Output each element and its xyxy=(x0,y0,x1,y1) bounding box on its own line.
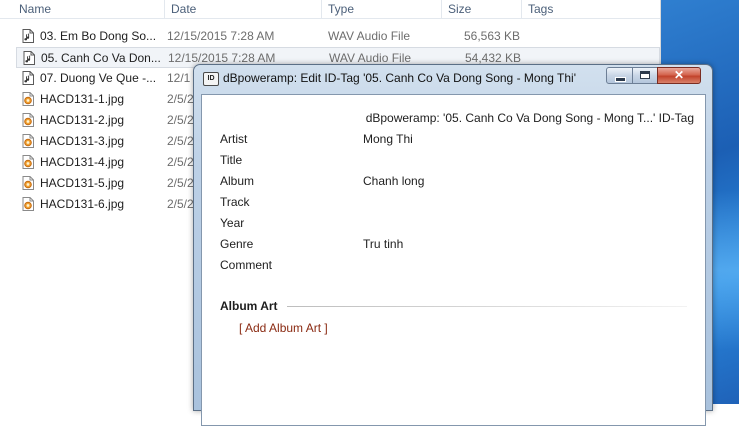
file-date: 2/5/2 xyxy=(167,197,194,211)
column-date[interactable]: Date xyxy=(165,0,322,18)
image-file-icon xyxy=(22,113,34,127)
file-date: 2/5/2 xyxy=(167,176,194,190)
tag-label-year: Year xyxy=(220,216,245,230)
file-size: 56,563 KB xyxy=(464,29,521,43)
tag-label-album: Album xyxy=(220,174,255,188)
audio-file-icon xyxy=(22,71,34,85)
file-name: HACD131-5.jpg xyxy=(40,176,125,190)
tag-value-comment[interactable] xyxy=(363,258,683,274)
file-type: WAV Audio File xyxy=(328,29,411,43)
dialog-content: dBpoweramp: '05. Canh Co Va Dong Song - … xyxy=(201,94,706,426)
image-file-icon xyxy=(22,92,34,106)
file-name: HACD131-4.jpg xyxy=(40,155,125,169)
minimize-icon xyxy=(615,77,626,82)
image-file-icon xyxy=(22,134,34,148)
edit-id-tag-dialog: ID dBpoweramp: Edit ID-Tag '05. Canh Co … xyxy=(193,64,713,426)
section-divider xyxy=(287,306,687,307)
file-date: 12/1 xyxy=(167,71,191,85)
audio-file-icon xyxy=(23,51,35,65)
close-icon: ✕ xyxy=(673,68,685,82)
dialog-title: dBpoweramp: Edit ID-Tag '05. Canh Co Va … xyxy=(223,71,576,85)
file-name: 05. Canh Co Va Don... xyxy=(41,51,161,65)
column-size[interactable]: Size xyxy=(442,0,522,18)
maximize-icon xyxy=(640,71,650,79)
column-type[interactable]: Type xyxy=(322,0,442,18)
file-date: 2/5/2 xyxy=(167,155,194,169)
app-icon: ID xyxy=(203,72,219,86)
tag-value-album[interactable]: Chanh long xyxy=(363,174,683,190)
tag-label-track: Track xyxy=(220,195,250,209)
minimize-button[interactable] xyxy=(606,67,633,84)
file-row[interactable]: 03. Em Bo Dong So... 12/15/2015 7:28 AM WA… xyxy=(16,26,660,47)
file-name: HACD131-1.jpg xyxy=(40,92,125,106)
file-date: 2/5/2 xyxy=(167,92,194,106)
column-header: Name Date Type Size Tags xyxy=(0,0,660,19)
file-date: 2/5/2 xyxy=(167,113,194,127)
file-name: HACD131-6.jpg xyxy=(40,197,125,211)
tag-label-title: Title xyxy=(220,153,243,167)
audio-file-icon xyxy=(22,29,34,43)
file-name: 03. Em Bo Dong So... xyxy=(40,29,157,43)
close-button[interactable]: ✕ xyxy=(657,67,701,84)
tag-label-comment: Comment xyxy=(220,258,273,272)
maximize-button[interactable] xyxy=(632,67,658,84)
file-name: 07. Duong Ve Que -... xyxy=(40,71,157,85)
file-date: 12/15/2015 7:28 AM xyxy=(167,29,275,43)
image-file-icon xyxy=(22,155,34,169)
tag-label-genre: Genre xyxy=(220,237,254,251)
tag-value-track[interactable] xyxy=(363,195,683,211)
tag-value-year[interactable] xyxy=(363,216,683,232)
dialog-titlebar[interactable]: ID dBpoweramp: Edit ID-Tag '05. Canh Co … xyxy=(194,65,712,91)
tag-heading: dBpoweramp: '05. Canh Co Va Dong Song - … xyxy=(365,111,694,125)
image-file-icon xyxy=(22,197,34,211)
tag-label-artist: Artist xyxy=(220,132,248,146)
tag-value-genre[interactable]: Tru tinh xyxy=(363,237,683,253)
column-name[interactable]: Name xyxy=(13,0,165,18)
add-album-art-link[interactable]: [ Add Album Art ] xyxy=(239,321,328,335)
image-file-icon xyxy=(22,176,34,190)
file-name: HACD131-2.jpg xyxy=(40,113,125,127)
file-name: HACD131-3.jpg xyxy=(40,134,125,148)
tag-value-artist[interactable]: Mong Thi xyxy=(363,132,683,148)
tag-value-title[interactable] xyxy=(363,153,683,169)
file-date: 2/5/2 xyxy=(167,134,194,148)
album-art-heading: Album Art xyxy=(220,299,278,313)
column-tags[interactable]: Tags xyxy=(522,0,660,18)
